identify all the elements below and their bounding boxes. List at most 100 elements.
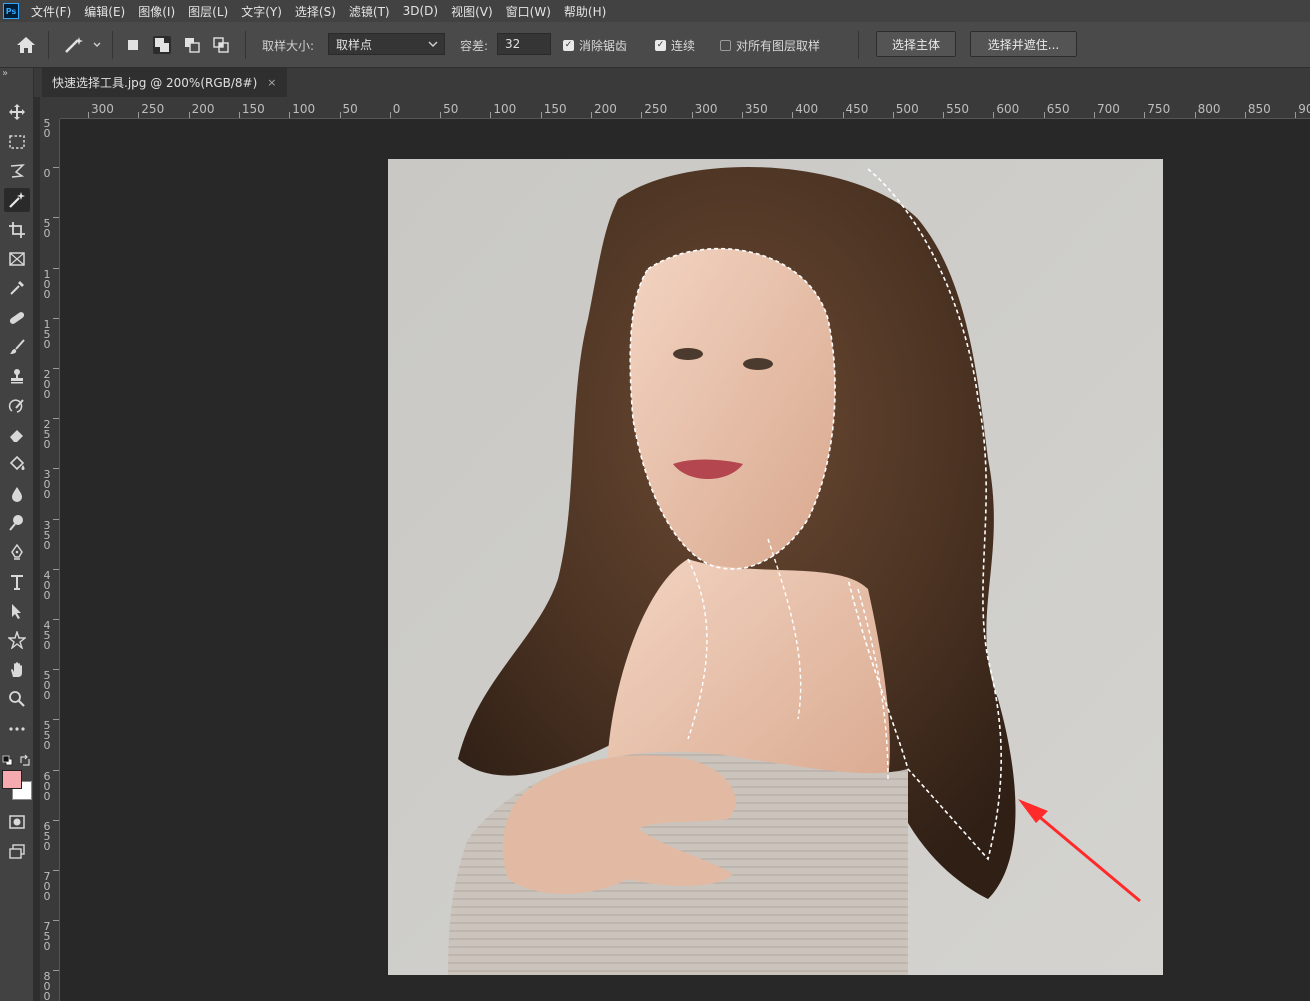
ruler-label: 450 xyxy=(845,102,869,116)
tolerance-label: 容差: xyxy=(460,39,489,53)
menu-layer[interactable]: 图层(L) xyxy=(188,3,228,20)
document-tab[interactable]: 快速选择工具.jpg @ 200%(RGB/8#) × xyxy=(42,68,287,97)
shape-icon[interactable] xyxy=(4,628,30,652)
select-and-mask-button[interactable]: 选择并遮住... xyxy=(970,31,1077,57)
menu-3d[interactable]: 3D(D) xyxy=(403,4,438,18)
dodge-icon[interactable] xyxy=(4,511,30,535)
intersect-selection-icon[interactable] xyxy=(212,36,230,54)
horizontal-ruler[interactable]: 300 250 200 150 100 50 0 50 100 150 200 250 300 350 40… xyxy=(60,97,1310,119)
type-icon[interactable] xyxy=(4,570,30,594)
ruler-label: 350 xyxy=(43,518,51,552)
eyedropper-icon[interactable] xyxy=(4,276,30,300)
vertical-ruler[interactable]: 50 0 50 100 150 200 250 300 350 400 450 500 550 600 65… xyxy=(40,119,60,1001)
ruler-label: 50 xyxy=(342,102,358,116)
magic-wand-preset-icon[interactable] xyxy=(62,34,104,56)
ruler-label: 550 xyxy=(946,102,969,116)
swap-colors-icon[interactable] xyxy=(19,751,31,766)
menu-help[interactable]: 帮助(H) xyxy=(564,3,606,20)
ruler-tick xyxy=(53,719,59,721)
ruler-tick xyxy=(53,167,59,169)
menu-view[interactable]: 视图(V) xyxy=(451,3,493,20)
menu-edit[interactable]: 编辑(E) xyxy=(84,3,125,20)
magic-wand-icon[interactable] xyxy=(4,188,30,212)
ruler-tick xyxy=(691,112,693,118)
ruler-tick xyxy=(591,112,592,118)
eraser-icon[interactable] xyxy=(4,423,30,447)
frame-icon[interactable] xyxy=(4,247,30,271)
subtract-from-selection-icon[interactable] xyxy=(183,36,201,54)
ruler-label: 650 xyxy=(43,819,51,853)
sample-size-select[interactable]: 取样点 xyxy=(328,33,445,55)
select-subject-button[interactable]: 选择主体 xyxy=(876,31,956,57)
ruler-tick xyxy=(53,669,59,671)
tolerance-input[interactable]: 32 xyxy=(497,33,551,55)
ruler-label: 0 xyxy=(392,102,401,116)
photoshop-logo: Ps xyxy=(3,3,19,19)
marquee-icon[interactable] xyxy=(4,130,30,154)
canvas-area[interactable] xyxy=(60,119,1310,1001)
ruler-tick xyxy=(842,112,844,118)
lasso-icon[interactable] xyxy=(4,159,30,183)
hand-icon[interactable] xyxy=(4,658,30,682)
zoom-icon[interactable] xyxy=(4,687,30,711)
brush-icon[interactable] xyxy=(4,335,30,359)
antialias-checkbox[interactable]: ✓ 消除锯齿 xyxy=(563,37,627,54)
home-icon[interactable] xyxy=(14,34,38,56)
ruler-origin[interactable] xyxy=(40,97,60,119)
blur-icon[interactable] xyxy=(4,482,30,506)
ruler-label: 50 xyxy=(443,102,459,116)
ruler-tick xyxy=(53,619,59,620)
ruler-tick xyxy=(138,112,140,118)
document-image[interactable] xyxy=(388,159,1163,975)
menu-type[interactable]: 文字(Y) xyxy=(241,3,282,20)
ruler-label: 250 xyxy=(141,102,165,116)
contiguous-checkbox[interactable]: ✓ 连续 xyxy=(655,37,695,54)
ruler-tick xyxy=(943,112,945,118)
stamp-icon[interactable] xyxy=(4,364,30,388)
menu-filter[interactable]: 滤镜(T) xyxy=(349,3,390,20)
ruler-label: 700 xyxy=(43,870,51,903)
path-select-icon[interactable] xyxy=(4,599,30,623)
ruler-tick xyxy=(53,870,59,871)
menu-select[interactable]: 选择(S) xyxy=(295,3,336,20)
screen-mode-icon[interactable] xyxy=(4,840,30,864)
collapse-chevron-icon[interactable]: » xyxy=(2,68,8,79)
ruler-label: 0 xyxy=(43,167,51,181)
menu-file[interactable]: 文件(F) xyxy=(31,3,71,20)
default-colors-icon[interactable] xyxy=(2,751,13,766)
foreground-color-swatch[interactable] xyxy=(2,770,22,789)
paint-bucket-icon[interactable] xyxy=(4,452,30,476)
close-icon[interactable]: × xyxy=(267,76,276,89)
ruler-tick xyxy=(53,468,59,470)
history-brush-icon[interactable] xyxy=(4,394,30,418)
ruler-tick xyxy=(1043,112,1045,118)
ruler-tick xyxy=(289,112,291,118)
ruler-label: 800 xyxy=(1197,102,1221,116)
ruler-label: 500 xyxy=(895,102,919,116)
sample-all-layers-checkbox[interactable]: 对所有图层取样 xyxy=(720,37,820,54)
more-icon[interactable] xyxy=(4,717,30,741)
ruler-label: 500 xyxy=(43,669,51,703)
ruler-label: 200 xyxy=(43,368,51,401)
ruler-label: 300 xyxy=(694,102,718,116)
ruler-tick xyxy=(641,112,643,118)
healing-icon[interactable] xyxy=(4,306,30,330)
new-selection-icon[interactable] xyxy=(124,36,142,54)
menu-image[interactable]: 图像(I) xyxy=(138,3,175,20)
crop-icon[interactable] xyxy=(4,218,30,242)
ruler-tick xyxy=(53,518,59,520)
ruler-label: 750 xyxy=(43,920,51,954)
menu-window[interactable]: 窗口(W) xyxy=(506,3,551,20)
ruler-label: 250 xyxy=(43,418,51,452)
ruler-tick xyxy=(53,819,59,821)
quick-mask-icon[interactable] xyxy=(4,810,30,834)
ruler-tick xyxy=(1295,112,1297,118)
move-icon[interactable] xyxy=(4,100,30,124)
checkbox-empty-icon xyxy=(720,40,731,51)
ruler-label: 400 xyxy=(795,102,819,116)
ruler-label: 200 xyxy=(594,102,617,116)
add-to-selection-icon[interactable] xyxy=(153,36,171,54)
pen-icon[interactable] xyxy=(4,540,30,564)
ruler-tick xyxy=(1094,112,1095,118)
ruler-label: 100 xyxy=(493,102,517,116)
